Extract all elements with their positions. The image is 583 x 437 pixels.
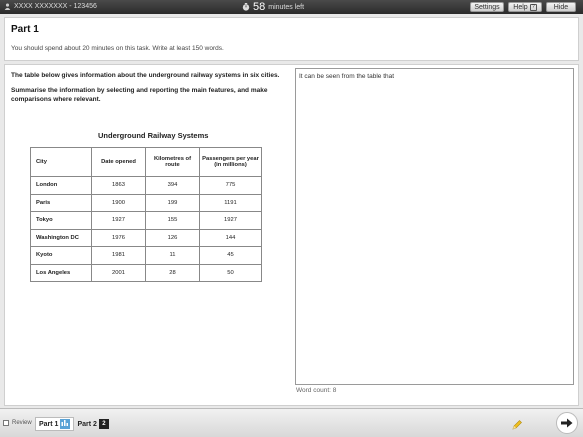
table-cell: 1863 [91, 176, 146, 195]
candidate-name: XXXX XXXXXXX - 123456 [14, 3, 97, 10]
table-cell: 28 [145, 263, 200, 282]
clock-icon [242, 3, 250, 11]
help-button[interactable]: Help? [508, 2, 542, 12]
part-1-status-icon [60, 419, 71, 429]
answer-textarea[interactable] [295, 68, 574, 385]
part-header: Part 1 You should spend about 20 minutes… [4, 17, 579, 61]
minutes-left-label: minutes left [268, 3, 305, 11]
candidate-info: XXXX XXXXXXX - 123456 [4, 3, 97, 10]
pencil-icon[interactable] [511, 419, 523, 431]
table-cell: 1900 [91, 193, 146, 212]
task-time-instruction: You should spend about 20 minutes on thi… [11, 45, 224, 52]
table-cell: 45 [199, 246, 262, 265]
task-panel: The table below gives information about … [4, 64, 579, 406]
table-title: Underground Railway Systems [98, 131, 209, 140]
table-row: London 1863 394 775 [30, 176, 262, 195]
arrow-right-icon [561, 418, 573, 428]
table-cell: Tokyo [30, 211, 92, 230]
part-1-label: Part 1 [39, 420, 59, 428]
hide-button-label: Hide [553, 4, 569, 11]
table-cell: 50 [199, 263, 262, 282]
table-cell: 775 [199, 176, 262, 195]
timer: 58 minutes left [242, 1, 304, 13]
table-cell: Kyoto [30, 246, 92, 265]
table-header-row: City Date opened Kilometres of route Pas… [30, 147, 262, 177]
review-checkbox[interactable]: Review [3, 420, 32, 426]
table-cell: Paris [30, 193, 92, 212]
help-button-label: Help [513, 4, 528, 11]
column-header: City [30, 147, 92, 177]
hide-button[interactable]: Hide [546, 2, 576, 12]
table-row: Los Angeles 2001 28 50 [30, 263, 262, 282]
task-paragraph-2: Summarise the information by selecting a… [11, 87, 268, 103]
user-icon [4, 3, 11, 10]
help-icon: ? [529, 3, 537, 11]
minutes-left: 58 [253, 1, 266, 13]
page-title: Part 1 [11, 24, 39, 35]
part-2-number-badge: 2 [98, 419, 109, 429]
table-row: Kyoto 1981 11 45 [30, 246, 262, 265]
table-cell: 126 [145, 228, 200, 247]
settings-button[interactable]: Settings [470, 2, 504, 12]
review-label: Review [12, 420, 32, 426]
table-cell: 1191 [199, 193, 262, 212]
checkbox-icon[interactable] [3, 420, 9, 426]
bar-chart-icon [61, 420, 69, 426]
table-row: Paris 1900 199 1191 [30, 193, 262, 212]
task-prompt: The table below gives information about … [11, 71, 286, 110]
column-header: Date opened [91, 147, 146, 177]
table-cell: 199 [145, 193, 200, 212]
table-cell: 11 [145, 246, 200, 265]
part-navigation: Part 1 Part 2 2 [35, 417, 112, 431]
column-header: Passengers per year (in millions) [199, 147, 262, 177]
settings-button-label: Settings [474, 4, 500, 11]
table-cell: Washington DC [30, 228, 92, 247]
table-cell: 2001 [91, 263, 146, 282]
table-cell: 1927 [91, 211, 146, 230]
table-cell: 1976 [91, 228, 146, 247]
top-bar: XXXX XXXXXXX - 123456 58 minutes left Se… [0, 0, 583, 14]
part-2-tab[interactable]: Part 2 2 [74, 417, 111, 431]
table-cell: 1927 [199, 211, 262, 230]
table-cell: Los Angeles [30, 263, 92, 282]
bottom-bar: Review Part 1 Part 2 2 [0, 408, 583, 437]
part-1-tab[interactable]: Part 1 [35, 417, 75, 431]
table-cell: 1981 [91, 246, 146, 265]
table-cell: 394 [145, 176, 200, 195]
next-button[interactable] [556, 412, 578, 434]
table-row: Washington DC 1976 126 144 [30, 228, 262, 247]
part-2-label: Part 2 [77, 420, 97, 428]
task-paragraph-1: The table below gives information about … [11, 72, 280, 79]
table-cell: 155 [145, 211, 200, 230]
table-cell: 144 [199, 228, 262, 247]
word-count: Word count: 8 [296, 387, 337, 394]
table-cell: London [30, 176, 92, 195]
table-row: Tokyo 1927 155 1927 [30, 211, 262, 230]
column-header: Kilometres of route [145, 147, 200, 177]
data-table: City Date opened Kilometres of route Pas… [30, 147, 262, 282]
